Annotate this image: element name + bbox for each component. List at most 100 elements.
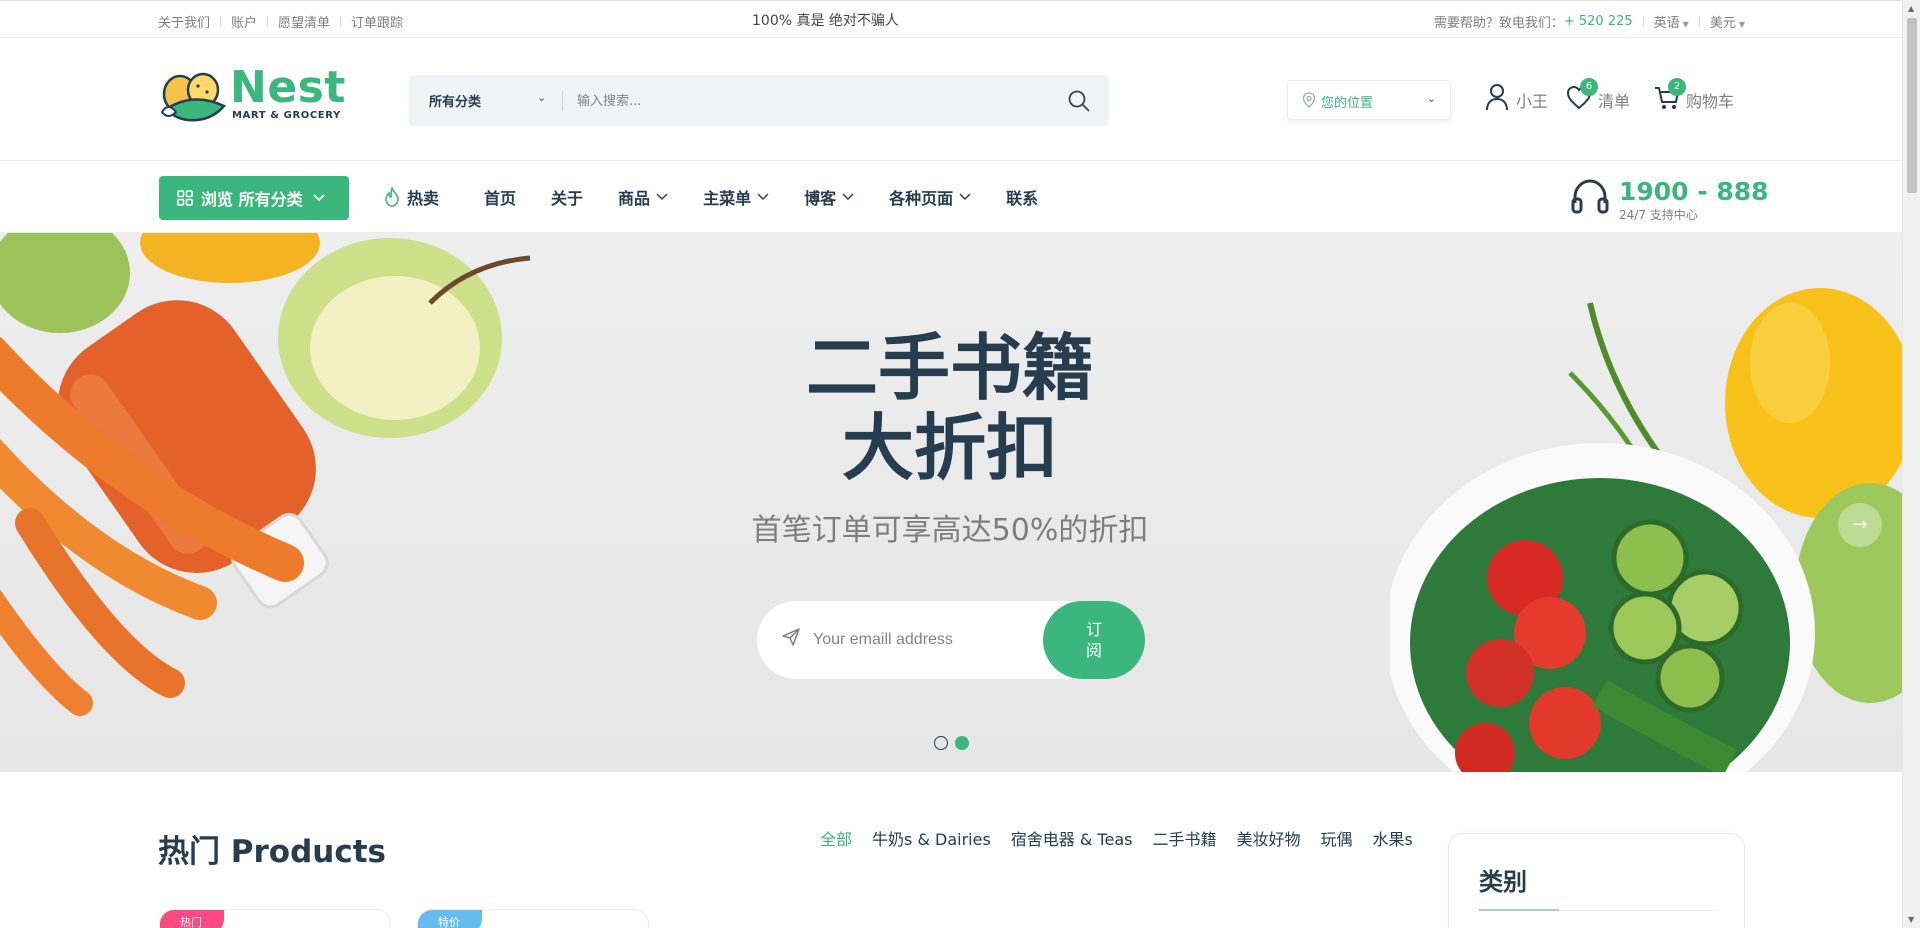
help-text: 需要帮助？致电我们： — [1433, 16, 1564, 31]
top-bar: 关于我们 账户 愿望清单 订单跟踪 100% 真是 绝对不骗人 需要帮助？致电我… — [0, 0, 1902, 38]
product-card[interactable]: 特价 — [417, 909, 649, 928]
order-tracking-link[interactable]: 订单跟踪 — [351, 12, 403, 31]
hotline-number: 1900 - 888 — [1619, 177, 1769, 206]
slider-dot-active[interactable] — [955, 736, 969, 750]
hero-title: 二手书籍 大折扣 — [700, 328, 1200, 488]
nav-mega-menu[interactable]: 主菜单 — [703, 185, 769, 209]
account-link[interactable]: 账户 — [231, 12, 257, 31]
nav-products[interactable]: 商品 — [618, 185, 668, 209]
nav-hot-deals[interactable]: 热卖 — [383, 185, 439, 209]
product-card[interactable]: 热门 — [159, 909, 391, 928]
brand-tagline: MART & GROCERY — [232, 110, 341, 121]
nav-label: 商品 — [618, 189, 651, 208]
search-category-select[interactable]: 所有分类 — [429, 91, 481, 110]
chevron-down-icon: ▼ — [1682, 20, 1689, 29]
location-selector[interactable]: 您的位置 ⌄ — [1287, 80, 1451, 120]
slider-dots — [934, 736, 976, 750]
nav-label: 首页 — [484, 189, 517, 208]
map-pin-icon — [1302, 92, 1316, 108]
about-us-link[interactable]: 关于我们 — [158, 12, 210, 31]
hero-title-line: 大折扣 — [841, 406, 1058, 490]
wishlist-label: 清单 — [1598, 92, 1631, 111]
search-input[interactable] — [577, 87, 1027, 115]
chevron-down-icon — [656, 193, 668, 200]
account-button[interactable]: 小王 — [1484, 82, 1548, 112]
category-title: 类别 — [1479, 868, 1527, 896]
scroll-up-icon[interactable]: ▲ — [1908, 4, 1914, 13]
divider — [1642, 16, 1644, 27]
browse-label: 浏览 所有分类 — [201, 190, 303, 209]
location-label: 您的位置 — [1321, 96, 1374, 111]
newsletter-form: 订 阅 — [757, 601, 1145, 679]
subscribe-button[interactable]: 订 阅 — [1043, 601, 1145, 679]
cart-button[interactable]: 2 购物车 — [1654, 78, 1735, 112]
filter-tab[interactable]: 玩偶 — [1321, 826, 1353, 850]
product-tag-badge: 特价 — [418, 910, 482, 928]
chevron-down-icon: ▼ — [1738, 20, 1745, 29]
grid-icon — [177, 190, 193, 206]
currency-selector[interactable]: 美元 ▼ — [1710, 12, 1745, 31]
email-input[interactable] — [813, 625, 1033, 655]
nav-about[interactable]: 关于 — [551, 185, 583, 209]
currency-label: 美元 — [1709, 16, 1736, 31]
divider — [1698, 16, 1700, 27]
cart-icon: 2 — [1654, 78, 1686, 112]
scroll-down-icon[interactable]: ▼ — [1908, 915, 1914, 924]
logo-fruit-icon — [160, 72, 227, 122]
main-header: Nest MART & GROCERY 所有分类 ⌄ 您的位置 ⌄ 小王 — [0, 38, 1902, 161]
brand-name: Nest — [230, 62, 346, 113]
slider-dot[interactable] — [934, 736, 948, 750]
flame-icon — [385, 187, 399, 207]
promo-ticker: 100% 真是 绝对不骗人 — [752, 13, 899, 29]
nav-contact[interactable]: 联系 — [1006, 185, 1038, 209]
browse-categories-button[interactable]: 浏览 所有分类 — [159, 176, 349, 220]
filter-tab[interactable]: 美妆好物 — [1237, 826, 1301, 850]
nav-label: 联系 — [1006, 189, 1039, 208]
product-tag-badge: 热门 — [160, 910, 224, 928]
account-label: 小王 — [1516, 92, 1549, 111]
top-right-info: 需要帮助？致电我们： + 520 225 英语 ▼ 美元 ▼ — [1434, 12, 1745, 31]
hotline: 1900 - 888 24/7 支持中心 — [1570, 177, 1769, 222]
filter-tab-all[interactable]: 全部 — [820, 826, 852, 850]
logo[interactable]: Nest MART & GROCERY — [158, 62, 345, 128]
hero-title-line: 二手书籍 — [805, 326, 1094, 410]
search-icon[interactable] — [1067, 89, 1091, 113]
search-bar: 所有分类 ⌄ — [409, 75, 1109, 126]
hero-produce-left-image — [0, 233, 531, 716]
nav-links: 热卖 首页 关于 商品 主菜单 博客 各种页面 联系 — [383, 185, 1073, 209]
filter-tab[interactable]: 牛奶s & Dairies — [872, 826, 991, 850]
nav-home[interactable]: 首页 — [484, 185, 516, 209]
cart-label: 购物车 — [1686, 92, 1735, 111]
chevron-down-icon — [959, 193, 971, 200]
cart-count-badge: 2 — [1668, 78, 1686, 96]
scrollbar-thumb[interactable] — [1907, 18, 1917, 193]
language-selector[interactable]: 英语 ▼ — [1654, 12, 1689, 31]
headset-icon — [1571, 179, 1609, 214]
language-label: 英语 — [1653, 16, 1680, 31]
divider — [340, 16, 342, 27]
nav-label: 主菜单 — [703, 189, 752, 208]
nav-pages[interactable]: 各种页面 — [889, 185, 971, 209]
hero-subtitle: 首笔订单可享高达50%的折扣 — [751, 513, 1149, 548]
chevron-down-icon — [757, 193, 769, 200]
subscribe-label: 阅 — [1085, 641, 1102, 660]
filter-tab[interactable]: 二手书籍 — [1152, 826, 1216, 850]
heart-icon: 6 — [1566, 78, 1598, 112]
wishlist-button[interactable]: 6 清单 — [1566, 78, 1631, 112]
send-icon — [782, 628, 800, 646]
page-scrollbar[interactable]: ▲ ▼ — [1902, 0, 1920, 928]
nav-blog[interactable]: 博客 — [804, 185, 854, 209]
wishlist-count-badge: 6 — [1580, 78, 1598, 96]
slider-next-arrow-icon[interactable]: → — [1838, 503, 1882, 547]
chevron-down-icon: ⌄ — [537, 91, 547, 104]
title-underline — [1479, 909, 1559, 911]
main-nav: 浏览 所有分类 热卖 首页 关于 商品 主菜单 博客 各种页面 联系 1900 … — [0, 161, 1902, 233]
filter-tab[interactable]: 宿舍电器 & Teas — [1011, 826, 1133, 850]
wishlist-link[interactable]: 愿望清单 — [278, 12, 330, 31]
section-title: 热门 Products — [158, 834, 387, 870]
filter-tab[interactable]: 水果s — [1373, 826, 1413, 850]
nav-label: 各种页面 — [889, 189, 954, 208]
nav-label: 博客 — [804, 189, 837, 208]
divider — [562, 91, 563, 111]
nav-hot-label: 热卖 — [407, 189, 440, 208]
